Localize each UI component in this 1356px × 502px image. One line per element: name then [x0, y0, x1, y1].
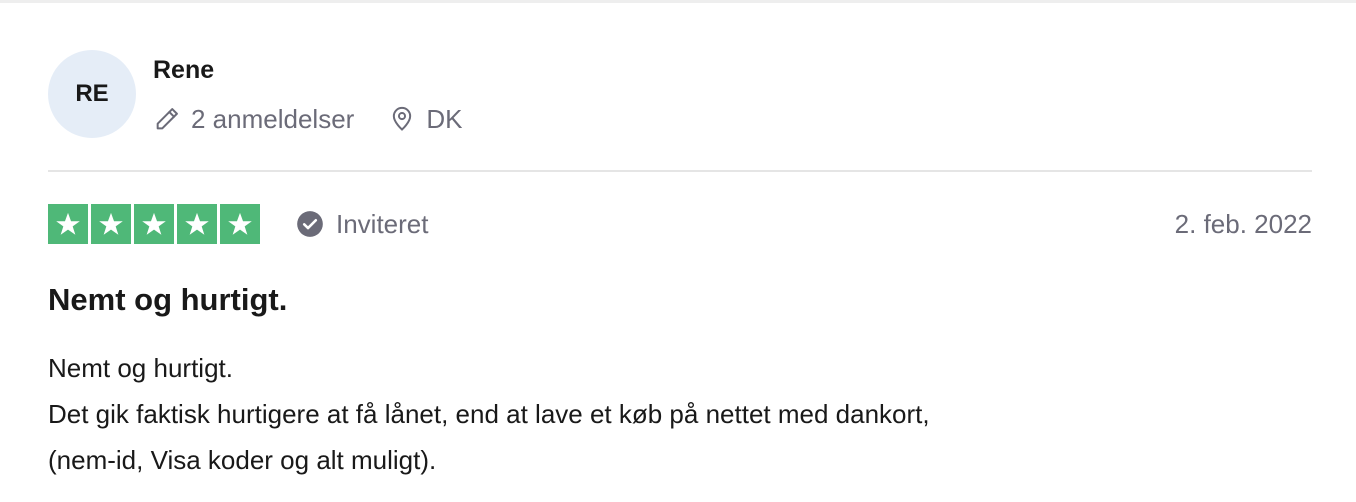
review-count: 2 anmeldelser — [153, 104, 354, 135]
review-text-line: Nemt og hurtigt. — [48, 353, 233, 383]
review-card: RE Rene 2 anmeldelser DK Inviteret 2. fe… — [48, 0, 1312, 502]
verification-badge[interactable]: Inviteret — [296, 206, 429, 242]
avatar-initials: RE — [75, 80, 109, 107]
star-icon — [220, 204, 260, 244]
review-text-line: (nem-id, Visa koder og alt muligt). — [48, 445, 437, 475]
review-count-label: 2 anmeldelser — [191, 103, 355, 134]
pencil-icon — [156, 108, 178, 130]
location-pin-icon — [393, 107, 412, 131]
verification-label: Inviteret — [336, 208, 429, 239]
review-text-line: Det gik faktisk hurtigere at få lånet, e… — [48, 399, 930, 429]
reviewer-country: DK — [388, 104, 462, 135]
country-label: DK — [426, 103, 463, 134]
star-icon — [134, 204, 174, 244]
reviewer-meta: 2 anmeldelser DK — [153, 100, 462, 138]
divider — [48, 170, 1312, 172]
reviewer-name[interactable]: Rene — [153, 56, 214, 85]
star-icon — [177, 204, 217, 244]
avatar[interactable]: RE — [48, 50, 136, 138]
star-rating — [48, 204, 260, 244]
check-circle-icon — [297, 211, 323, 237]
review-title[interactable]: Nemt og hurtigt. — [48, 282, 287, 318]
review-date: 2. feb. 2022 — [1174, 208, 1312, 239]
star-icon — [91, 204, 131, 244]
star-icon — [48, 204, 88, 244]
review-text: Nemt og hurtigt. Det gik faktisk hurtige… — [48, 345, 1312, 483]
